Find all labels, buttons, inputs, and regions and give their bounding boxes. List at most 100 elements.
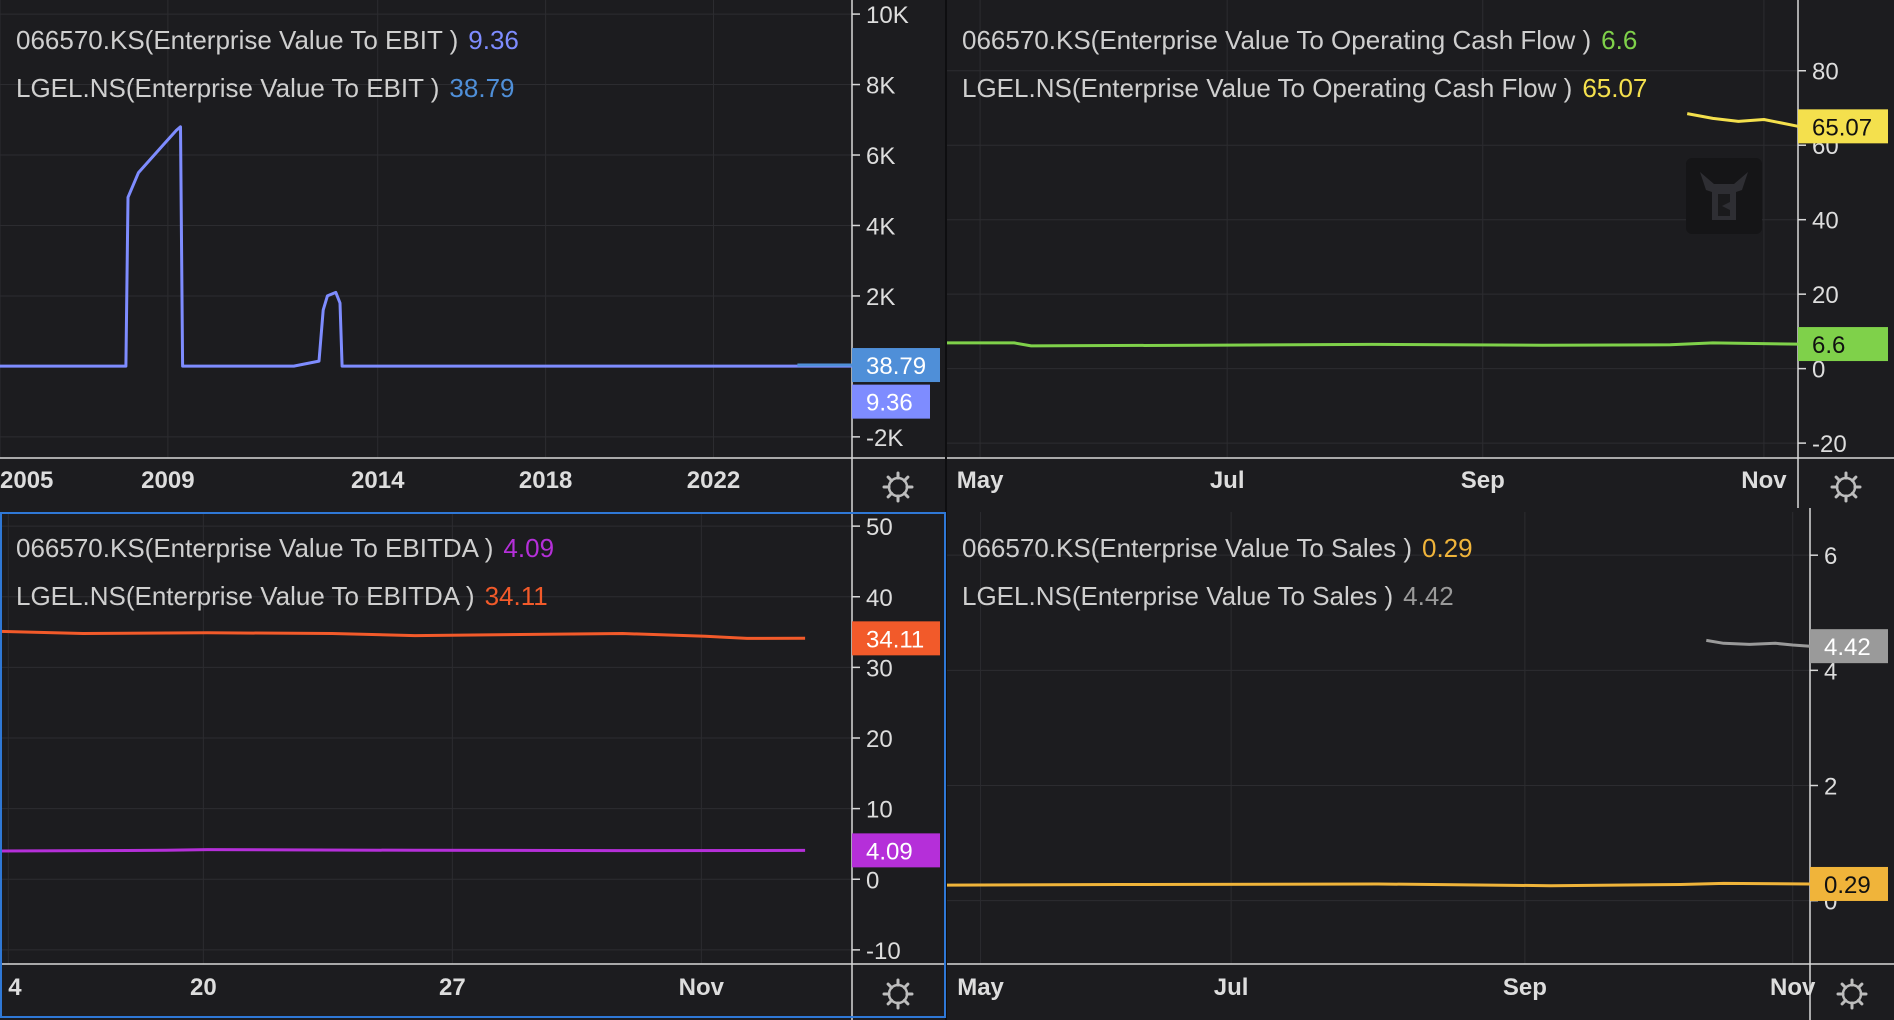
x-tick-label: 2014 (351, 467, 405, 494)
x-tick-label: 27 (439, 974, 466, 1001)
legend-row[interactable]: 066570.KS(Enterprise Value To EBITDA ) 4.… (16, 524, 554, 572)
series-line-1 (1686, 112, 1799, 128)
price-label: 65.07 (1798, 109, 1888, 144)
legend-ev-ebit: 066570.KS(Enterprise Value To EBIT ) 9.36… (16, 16, 519, 112)
y-tick-label: 2 (1824, 774, 1837, 801)
x-tick-label: 2005 (0, 467, 53, 494)
x-tick-label: Jul (1210, 467, 1245, 494)
legend-ev-sales: 066570.KS(Enterprise Value To Sales ) 0.2… (962, 524, 1473, 620)
gear-icon[interactable] (882, 978, 914, 1010)
x-tick-label: Jul (1214, 974, 1249, 1001)
legend-label: 066570.KS(Enterprise Value To Sales ) (962, 533, 1412, 563)
series-line-1 (1706, 638, 1811, 648)
y-tick-label: 8K (866, 73, 895, 100)
legend-value: 9.36 (468, 25, 519, 55)
x-tick-label: Sep (1503, 974, 1547, 1001)
series-line-0 (0, 848, 806, 853)
gear-icon[interactable] (1830, 471, 1862, 503)
price-label-text: 6.6 (1812, 332, 1845, 359)
series-line-1 (0, 629, 806, 640)
chart-panel-ev-sales[interactable]: 6 4 2 0 May Jul Sep Nov 4.42 0.29 066570.KS(Enter… (946, 508, 1894, 1020)
y-tick-label: 2K (866, 284, 895, 311)
x-tick-label: Nov (1770, 974, 1816, 1001)
legend-row[interactable]: 066570.KS(Enterprise Value To Sales ) 0.2… (962, 524, 1473, 572)
legend-value: 0.29 (1421, 533, 1473, 563)
legend-label: LGEL.NS(Enterprise Value To EBITDA ) (16, 581, 475, 611)
y-tick-label: -2K (866, 425, 903, 452)
y-tick-label: 4K (866, 213, 895, 240)
series-line-0 (946, 881, 1811, 888)
y-tick-label: 10 (866, 797, 893, 824)
legend-row[interactable]: LGEL.NS(Enterprise Value To Sales ) 4.42 (962, 572, 1473, 620)
price-label: 38.79 (852, 348, 940, 383)
y-tick-label: 0 (866, 867, 879, 894)
y-tick-label: 6 (1824, 543, 1837, 570)
legend-row[interactable]: LGEL.NS(Enterprise Value To EBIT ) 38.79 (16, 64, 519, 112)
x-tick-label: Sep (1461, 467, 1505, 494)
price-label-text: 9.36 (866, 390, 913, 417)
legend-value: 34.11 (484, 581, 548, 611)
y-tick-label: 50 (866, 514, 893, 541)
y-tick-label: 20 (1812, 282, 1839, 309)
y-tick-label: -10 (866, 938, 901, 965)
gear-icon[interactable] (882, 471, 914, 503)
legend-value: 38.79 (449, 73, 515, 103)
y-tick-label: 10K (866, 2, 909, 29)
column-divider[interactable] (945, 0, 947, 1020)
x-tick-label: Nov (1741, 467, 1787, 494)
legend-row[interactable]: 066570.KS(Enterprise Value To EBIT ) 9.36 (16, 16, 519, 64)
gear-ring (1841, 983, 1863, 1005)
x-tick-label: May (957, 467, 1004, 494)
gear-ring (887, 983, 909, 1005)
gear-ring (1835, 476, 1857, 498)
chart-panel-ev-ebit[interactable]: 10K 8K 6K 4K 2K -2K 2005 2009 2014 2018 2022 38.79 9… (0, 0, 946, 508)
gear-icon[interactable] (1836, 978, 1868, 1010)
price-label-text: 4.09 (866, 838, 913, 865)
legend-ev-ocf: 066570.KS(Enterprise Value To Operating … (962, 16, 1647, 112)
price-label-text: 38.79 (866, 353, 926, 380)
gear-ring (887, 476, 909, 498)
legend-label: LGEL.NS(Enterprise Value To EBIT ) (16, 73, 440, 103)
logo-icon (1686, 158, 1762, 234)
legend-label: 066570.KS(Enterprise Value To Operating … (962, 25, 1592, 55)
legend-label: LGEL.NS(Enterprise Value To Sales ) (962, 581, 1394, 611)
legend-row[interactable]: LGEL.NS(Enterprise Value To EBITDA ) 34.1… (16, 572, 554, 620)
legend-label: 066570.KS(Enterprise Value To EBITDA ) (16, 533, 494, 563)
x-tick-label: 20 (190, 974, 217, 1001)
x-tick-label: May (957, 974, 1004, 1001)
price-label: 4.42 (1810, 629, 1888, 664)
series-line-0 (946, 341, 1799, 348)
y-tick-label: 20 (866, 726, 893, 753)
price-label: 34.11 (852, 621, 940, 656)
price-label-text: 34.11 (866, 626, 924, 653)
y-tick-label: 80 (1812, 59, 1839, 86)
legend-row[interactable]: LGEL.NS(Enterprise Value To Operating Ca… (962, 64, 1647, 112)
y-tick-label: -20 (1812, 431, 1847, 458)
price-label: 4.09 (852, 833, 940, 868)
legend-value: 65.07 (1582, 73, 1648, 103)
y-tick-label: 40 (1812, 208, 1839, 235)
legend-value: 6.6 (1601, 25, 1638, 55)
x-tick-label: 2022 (687, 467, 740, 494)
legend-ev-ebitda: 066570.KS(Enterprise Value To EBITDA ) 4.… (16, 524, 554, 620)
price-label-text: 4.42 (1824, 634, 1871, 661)
legend-row[interactable]: 066570.KS(Enterprise Value To Operating … (962, 16, 1647, 64)
series-line-0 (0, 125, 852, 368)
y-tick-label: 30 (866, 655, 893, 682)
x-tick-label: 2009 (141, 467, 194, 494)
x-tick-label: 4 (8, 974, 22, 1001)
x-tick-label: 2018 (519, 467, 572, 494)
legend-value: 4.42 (1403, 581, 1454, 611)
y-tick-label: 6K (866, 143, 895, 170)
legend-label: LGEL.NS(Enterprise Value To Operating Ca… (962, 73, 1573, 103)
price-label: 6.6 (1798, 327, 1888, 362)
price-label-text: 65.07 (1812, 114, 1872, 141)
y-tick-label: 40 (866, 585, 893, 612)
legend-value: 4.09 (503, 533, 555, 563)
price-label: 0.29 (1810, 866, 1888, 901)
price-label-text: 0.29 (1824, 872, 1871, 899)
price-label: 9.36 (852, 384, 930, 419)
x-tick-label: Nov (679, 974, 725, 1001)
chart-panel-ev-ebitda[interactable]: 50 40 30 20 10 0 -10 4 20 27 Nov 34.11 4.09 066570.K… (0, 508, 946, 1020)
chart-panel-ev-ocf[interactable]: 80 60 40 20 0 -20 May Jul Sep Nov 65.07 6.6 066570.… (946, 0, 1894, 508)
